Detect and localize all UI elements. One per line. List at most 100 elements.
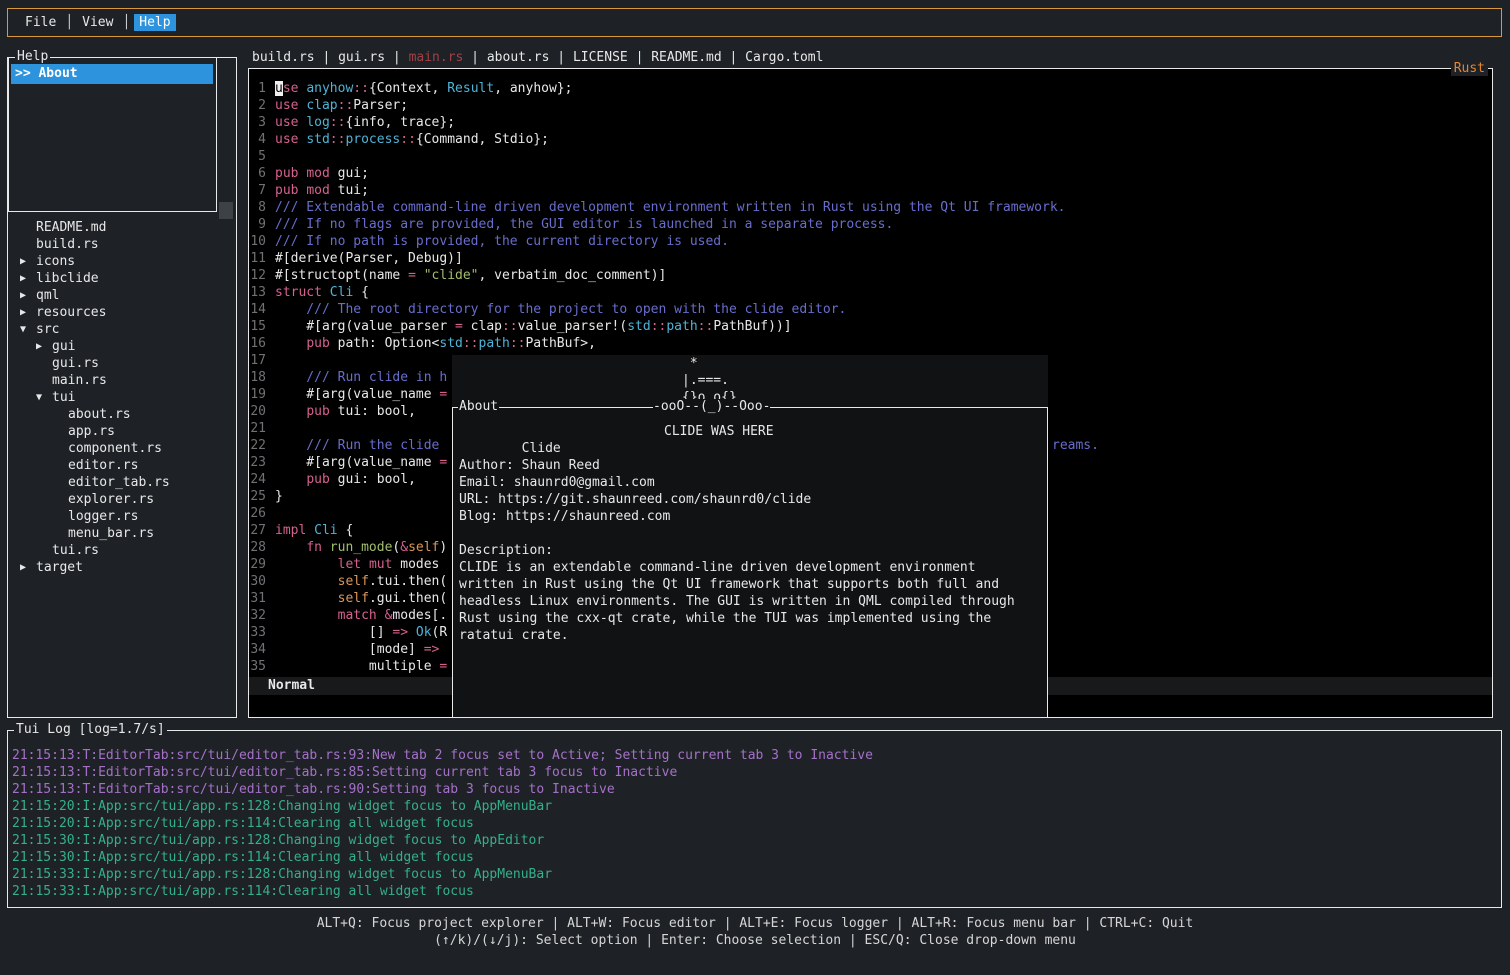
tree-item-build-rs[interactable]: build.rs [8,236,218,253]
editor-tab-about-rs[interactable]: about.rs [487,50,550,65]
about-dialog-line: written in Rust using the Qt UI framewor… [459,576,1043,593]
tree-item-icons[interactable]: ▶icons [8,253,218,270]
code-line-text: [] => Ok(R [275,624,447,641]
about-dialog-line: Description: [459,542,1043,559]
log-entry-info: 21:15:33:I:App:src/tui/app.rs:114:Cleari… [12,883,873,900]
line-number: 23 [249,454,268,471]
code-line[interactable]: 1use anyhow::{Context, Result, anyhow}; [249,80,1492,97]
chevron-down-icon: ▼ [36,389,52,406]
tree-item-label: resources [36,304,106,321]
code-line[interactable]: 12#[structopt(name = "clide", verbatim_d… [249,267,1492,284]
tab-separator: | [628,50,651,65]
code-line[interactable]: 7pub mod tui; [249,182,1492,199]
tree-item-app-rs[interactable]: app.rs [8,423,218,440]
code-line[interactable]: 8/// Extendable command-line driven deve… [249,199,1492,216]
log-entry-info: 21:15:33:I:App:src/tui/app.rs:128:Changi… [12,866,873,883]
about-dialog-line: Email: shaunrd0@gmail.com [459,474,1043,491]
tree-item-label: tui.rs [52,542,99,559]
code-line[interactable]: 4use std::process::{Command, Stdio}; [249,131,1492,148]
tree-item-about-rs[interactable]: about.rs [8,406,218,423]
tree-item-editor_tab-rs[interactable]: editor_tab.rs [8,474,218,491]
line-number: 11 [249,250,268,267]
tree-item-label: component.rs [68,440,162,457]
tree-item-tui-rs[interactable]: tui.rs [8,542,218,559]
code-line[interactable]: 10/// If no path is provided, the curren… [249,233,1492,250]
code-line[interactable]: 16 pub path: Option<std::path::PathBuf>, [249,335,1492,352]
tree-item-component-rs[interactable]: component.rs [8,440,218,457]
tree-item-src[interactable]: ▼src [8,321,218,338]
code-line[interactable]: 5 [249,148,1492,165]
tree-item-gui[interactable]: ▶gui [8,338,218,355]
code-line[interactable]: 2use clap::Parser; [249,97,1492,114]
tree-item-qml[interactable]: ▶qml [8,287,218,304]
explorer-scrollbar-thumb[interactable] [219,202,233,219]
tree-item-menu_bar-rs[interactable]: menu_bar.rs [8,525,218,542]
editor-tab-build-rs[interactable]: build.rs [252,50,315,65]
about-dialog-border: About -ooO--(_)--Ooo- Clide CLIDE WAS HE… [452,407,1048,718]
tree-item-tui[interactable]: ▼tui [8,389,218,406]
chevron-right-icon: ▶ [20,270,36,287]
tree-item-main-rs[interactable]: main.rs [8,372,218,389]
keybinding-help-line2: (↑/k)/(↓/j): Select option | Enter: Choo… [0,932,1510,949]
tree-item-resources[interactable]: ▶resources [8,304,218,321]
code-line-text: struct Cli { [275,284,369,301]
tree-item-gui-rs[interactable]: gui.rs [8,355,218,372]
code-line[interactable]: 9/// If no flags are provided, the GUI e… [249,216,1492,233]
about-dialog-line: URL: https://git.shaunreed.com/shaunrd0/… [459,491,1043,508]
menu-item-help[interactable]: Help [134,14,175,31]
code-line[interactable]: 14 /// The root directory for the projec… [249,301,1492,318]
help-menu-option-about[interactable]: >> About [11,64,213,84]
code-line-text: impl Cli { [275,522,353,539]
code-line-text: #[structopt(name = "clide", verbatim_doc… [275,267,666,284]
code-line[interactable]: 11#[derive(Parser, Debug)] [249,250,1492,267]
code-line-text: pub mod tui; [275,182,369,199]
code-line[interactable]: 15 #[arg(value_parser = clap::value_pars… [249,318,1492,335]
code-line-text: #[arg(value_name = [275,386,447,403]
log-entry-trace: 21:15:13:T:EditorTab:src/tui/editor_tab.… [12,747,873,764]
editor-tab-main-rs[interactable]: main.rs [409,50,464,65]
code-line-text: } [275,488,283,505]
editor-tab-gui-rs[interactable]: gui.rs [338,50,385,65]
tree-item-explorer-rs[interactable]: explorer.rs [8,491,218,508]
tree-item-label: qml [36,287,59,304]
tree-item-label: gui.rs [52,355,99,372]
about-dialog-line: ratatui crate. [459,627,1043,644]
editor-tab-license[interactable]: LICENSE [573,50,628,65]
code-line[interactable]: 13struct Cli { [249,284,1492,301]
menu-bar: File│View│Help [7,8,1502,37]
log-entry-trace: 21:15:13:T:EditorTab:src/tui/editor_tab.… [12,764,873,781]
about-dialog-line: CLIDE is an extendable command-line driv… [459,559,1043,576]
code-line[interactable]: 3use log::{info, trace}; [249,114,1492,131]
tree-item-editor-rs[interactable]: editor.rs [8,457,218,474]
editor-tab-cargo-toml[interactable]: Cargo.toml [745,50,823,65]
line-number: 27 [249,522,268,539]
code-line[interactable]: 6 pub mod gui; [249,165,1492,182]
line-number: 34 [249,641,268,658]
tree-item-logger-rs[interactable]: logger.rs [8,508,218,525]
code-line-text: /// If no flags are provided, the GUI ed… [275,216,893,233]
editor-tab-readme-md[interactable]: README.md [651,50,721,65]
log-entry-info: 21:15:20:I:App:src/tui/app.rs:128:Changi… [12,798,873,815]
code-line-text: #[arg(value_parser = clap::value_parser!… [275,318,792,335]
code-line-text: pub mod gui; [275,165,369,182]
menu-item-file[interactable]: File [20,14,61,31]
menu-item-view[interactable]: View [77,14,118,31]
code-line-text: let mut modes [275,556,439,573]
line-number: 26 [249,505,268,522]
line-number: 29 [249,556,268,573]
line-number: 10 [249,233,268,250]
tree-item-target[interactable]: ▶target [8,559,218,576]
tree-item-label: icons [36,253,75,270]
about-dialog-line: Rust using the cxx-qt crate, while the T… [459,610,1043,627]
tree-item-libclide[interactable]: ▶libclide [8,270,218,287]
code-line-text: /// Run clide in h [275,369,447,386]
tree-item-README-md[interactable]: README.md [8,219,218,236]
line-number: 6 [249,165,268,182]
chevron-right-icon: ▶ [20,304,36,321]
line-number: 22 [249,437,268,454]
line-number: 18 [249,369,268,386]
line-number: 17 [249,352,268,369]
log-entry-info: 21:15:30:I:App:src/tui/app.rs:128:Changi… [12,832,873,849]
code-line-text: self.tui.then( [275,573,447,590]
about-dialog-line: Author: Shaun Reed [459,457,1043,474]
